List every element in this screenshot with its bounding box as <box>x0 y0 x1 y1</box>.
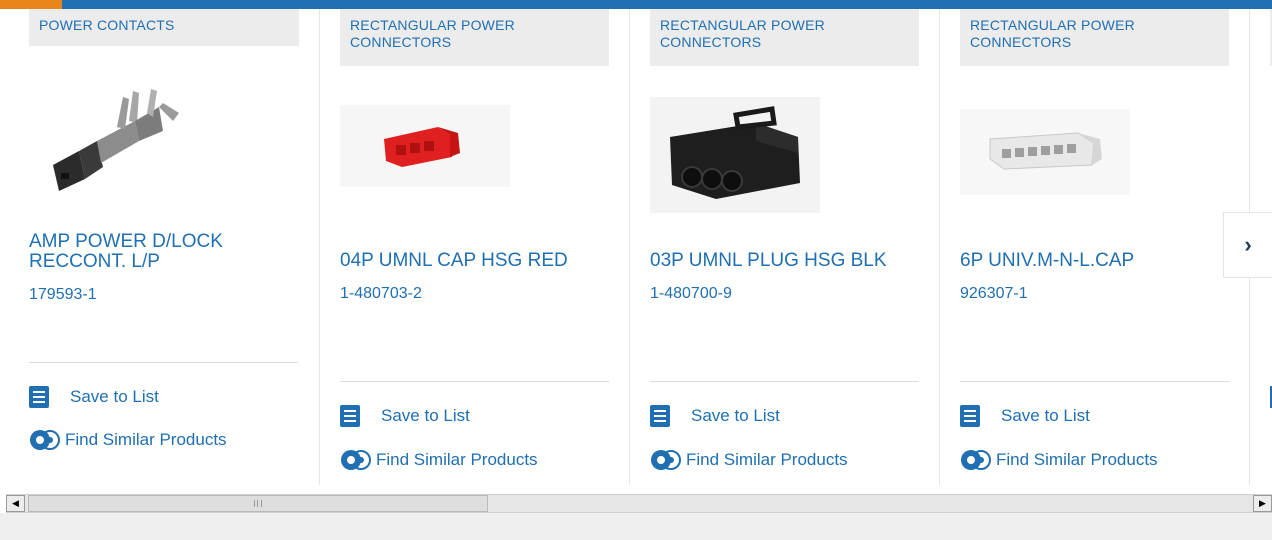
product-card: POWER CONTACTS AMP POWER D/LOCK RECCONT.… <box>29 9 299 485</box>
product-category[interactable]: RECTANGULAR POWER CONNECTORS <box>650 9 919 66</box>
product-category[interactable]: RECTANGULAR POWER CONNECTORS <box>960 9 1229 66</box>
checklist-icon <box>29 386 49 408</box>
find-similar-icon <box>961 450 991 470</box>
find-similar-label: Find Similar Products <box>686 450 848 469</box>
product-card: RECTANGULAR POWER CONNECTORS 6P UNIV.M-N… <box>960 9 1230 485</box>
product-name[interactable]: 6P UNIV.M-N-L.CAP <box>960 251 1220 271</box>
find-similar-label: Find Similar Products <box>65 430 227 449</box>
product-name[interactable]: 04P UMNL CAP HSG RED <box>340 251 600 271</box>
save-to-list-button[interactable]: Save to List <box>340 404 470 428</box>
save-to-list-button[interactable]: Save to List <box>650 404 780 428</box>
arrow-right-icon: ▶ <box>1259 498 1266 508</box>
product-name[interactable]: 03P UMNL PLUG HSG BLK <box>650 251 910 271</box>
product-card: RECTANGULAR POWER CONNECTORS 04P UMNL CA… <box>340 9 610 485</box>
product-image[interactable] <box>650 97 820 213</box>
find-similar-icon <box>30 430 60 450</box>
card-separator <box>629 9 630 485</box>
product-image[interactable] <box>340 105 510 187</box>
chevron-right-icon: › <box>1244 232 1252 257</box>
checklist-icon <box>340 405 360 427</box>
checklist-icon <box>650 405 670 427</box>
card-separator <box>319 9 320 485</box>
product-image[interactable] <box>39 75 189 195</box>
scroll-right-button[interactable]: ▶ <box>1253 495 1272 512</box>
page-footer-area <box>0 513 1272 540</box>
part-number[interactable]: 1-480700-9 <box>650 285 732 303</box>
active-indicator <box>0 0 62 9</box>
horizontal-scrollbar[interactable]: ◀ ▶ <box>6 494 1272 513</box>
product-category[interactable]: POWER CONTACTS <box>29 9 299 46</box>
carousel-next-button[interactable]: › <box>1223 212 1272 278</box>
top-accent-bar <box>0 0 1272 9</box>
card-separator <box>939 9 940 485</box>
product-carousel: POWER CONTACTS AMP POWER D/LOCK RECCONT.… <box>0 9 1272 486</box>
product-card: RECTANGULAR POWER CONNECTORS 03P UMNL PL… <box>650 9 920 485</box>
product-category[interactable]: RECTANGULAR POWER CONNECTORS <box>340 9 609 66</box>
save-to-list-label: Save to List <box>691 406 780 425</box>
divider <box>960 381 1229 382</box>
scroll-left-button[interactable]: ◀ <box>6 495 25 512</box>
divider <box>650 381 919 382</box>
part-number[interactable]: 179593-1 <box>29 286 97 304</box>
find-similar-button[interactable]: Find Similar Products <box>960 448 1158 472</box>
find-similar-icon <box>651 450 681 470</box>
arrow-left-icon: ◀ <box>12 498 19 508</box>
product-name[interactable]: AMP POWER D/LOCK RECCONT. L/P <box>29 232 289 272</box>
find-similar-button[interactable]: Find Similar Products <box>650 448 848 472</box>
find-similar-label: Find Similar Products <box>996 450 1158 469</box>
save-to-list-label: Save to List <box>70 387 159 406</box>
part-number[interactable]: 926307-1 <box>960 285 1028 303</box>
save-to-list-label: Save to List <box>1001 406 1090 425</box>
grip-icon <box>254 500 262 507</box>
scrollbar-thumb[interactable] <box>28 495 488 512</box>
product-image[interactable] <box>960 109 1130 195</box>
find-similar-label: Find Similar Products <box>376 450 538 469</box>
part-number[interactable]: 1-480703-2 <box>340 285 422 303</box>
find-similar-button[interactable]: Find Similar Products <box>340 448 538 472</box>
find-similar-button[interactable]: Find Similar Products <box>29 428 227 452</box>
divider <box>29 362 298 363</box>
save-to-list-label: Save to List <box>381 406 470 425</box>
divider <box>340 381 609 382</box>
checklist-icon <box>960 405 980 427</box>
save-to-list-button[interactable]: Save to List <box>29 385 159 409</box>
save-to-list-button[interactable]: Save to List <box>960 404 1090 428</box>
find-similar-icon <box>341 450 371 470</box>
